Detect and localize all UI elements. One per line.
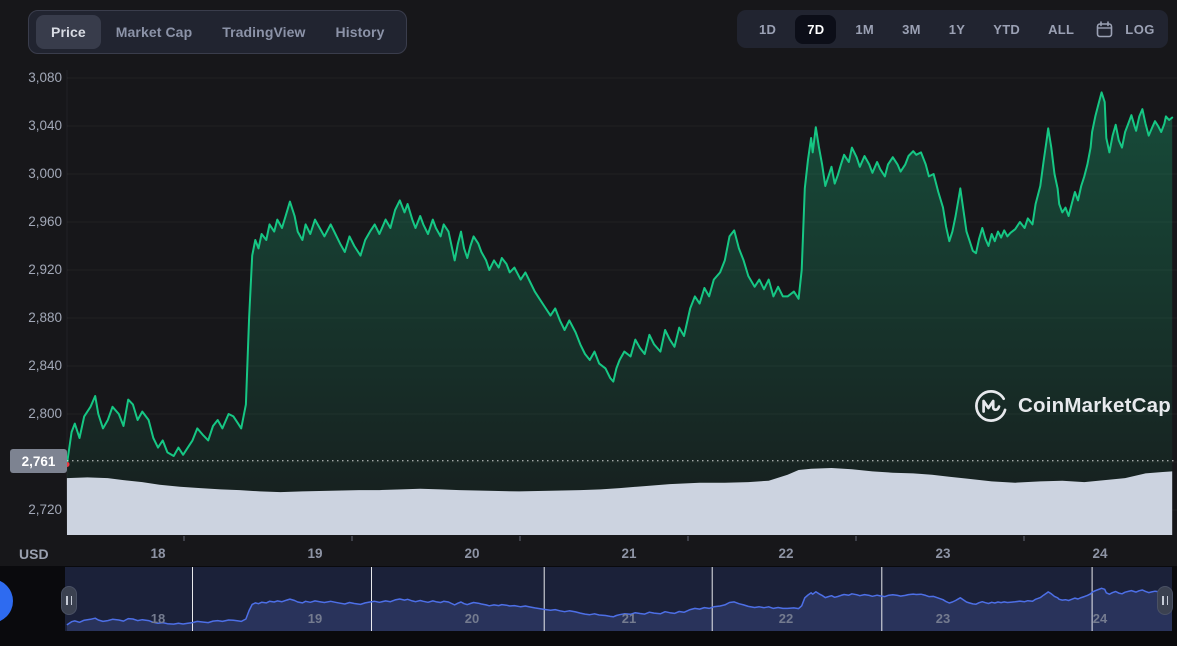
log-scale-toggle[interactable]: LOG [1125, 22, 1155, 37]
range-button-ytd[interactable]: YTD [984, 15, 1029, 44]
navigator-tick-24: 24 [1092, 611, 1108, 626]
x-axis-tick-22: 22 [778, 546, 794, 561]
range-button-1y[interactable]: 1Y [940, 15, 975, 44]
y-axis-tick-2880: 2,880 [28, 310, 62, 325]
y-axis-tick-2920: 2,920 [28, 262, 62, 277]
price-chart-canvas: Price Market Cap TradingView History 1D 7D 1M… [0, 0, 1177, 646]
navigator-left-handle[interactable] [61, 586, 77, 615]
range-button-1m[interactable]: 1M [846, 15, 883, 44]
y-axis-tick-2800: 2,800 [28, 406, 62, 421]
x-axis-tick-18: 18 [150, 546, 166, 561]
range-button-7d[interactable]: 7D [795, 14, 837, 44]
calendar-icon[interactable] [1093, 18, 1115, 40]
navigator-tick-20: 20 [464, 611, 480, 626]
x-axis-tick-23: 23 [935, 546, 951, 561]
navigator[interactable]: 18 19 20 21 22 23 24 [65, 567, 1172, 631]
x-axis-tick-21: 21 [621, 546, 637, 561]
x-axis-tick-24: 24 [1092, 546, 1108, 561]
range-button-3m[interactable]: 3M [893, 15, 930, 44]
y-axis-tick-2840: 2,840 [28, 358, 62, 373]
range-button-1d[interactable]: 1D [750, 15, 785, 44]
y-axis-tick-3000: 3,000 [28, 166, 62, 181]
navigator-tick-22: 22 [778, 611, 794, 626]
navigator-right-handle[interactable] [1157, 586, 1173, 615]
x-axis-tick-19: 19 [307, 546, 323, 561]
y-axis-tick-2960: 2,960 [28, 214, 62, 229]
currency-label: USD [19, 546, 49, 562]
range-selector: 1D 7D 1M 3M 1Y YTD ALL LOG [737, 10, 1168, 48]
range-button-all[interactable]: ALL [1039, 15, 1083, 44]
tab-history[interactable]: History [321, 15, 400, 49]
navigator-tick-23: 23 [935, 611, 951, 626]
y-axis-tick-3040: 3,040 [28, 118, 62, 133]
tab-price[interactable]: Price [36, 15, 101, 49]
chart-type-tabs: Price Market Cap TradingView History [28, 10, 408, 54]
navigator-tick-18: 18 [150, 611, 166, 626]
tab-market-cap[interactable]: Market Cap [101, 15, 207, 49]
watermark-text: CoinMarketCap [1018, 394, 1171, 417]
coinmarketcap-logo-icon [975, 390, 1007, 422]
x-axis-tick-20: 20 [464, 546, 480, 561]
tab-tradingview[interactable]: TradingView [207, 15, 320, 49]
navigator-tick-19: 19 [307, 611, 323, 626]
navigator-chart[interactable] [65, 567, 1172, 631]
navigator-tick-21: 21 [621, 611, 637, 626]
y-axis-tick-3080: 3,080 [28, 70, 62, 85]
current-price-label: 2,761 [10, 449, 67, 473]
main-price-chart[interactable] [0, 0, 1177, 646]
y-axis-tick-2720: 2,720 [28, 502, 62, 517]
coinmarketcap-watermark: CoinMarketCap [973, 388, 1171, 424]
